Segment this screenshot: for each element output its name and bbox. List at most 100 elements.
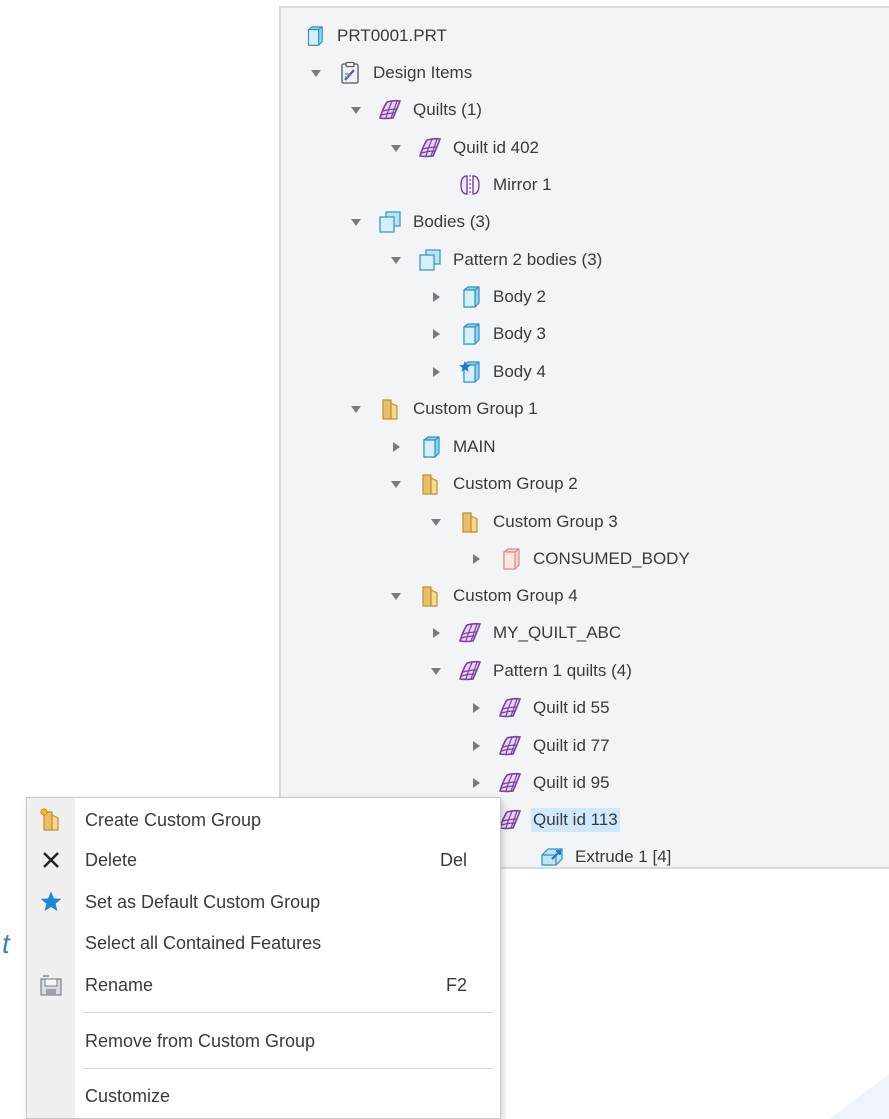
tree-row-root[interactable]: PRT0001.PRT — [301, 22, 449, 50]
tree-label: Pattern 1 quilts (4) — [493, 661, 632, 680]
tree-row-bodies[interactable]: Bodies (3) — [349, 208, 492, 236]
tree-label: Quilt id 55 — [533, 698, 610, 717]
expand-arrow-icon[interactable] — [429, 626, 443, 640]
tree-label: Bodies (3) — [413, 212, 491, 231]
tree-row-quilt-95[interactable]: Quilt id 95 — [469, 769, 612, 797]
tree-row-custom-group-4[interactable]: Custom Group 4 — [389, 582, 580, 610]
menu-item-rename[interactable]: Rename F2 — [27, 965, 500, 1005]
body-icon — [457, 285, 483, 309]
tree-label: Pattern 2 bodies (3) — [453, 250, 603, 269]
tree-label: Custom Group 3 — [493, 512, 618, 531]
expand-arrow-icon[interactable] — [429, 290, 443, 304]
tree-row-mirror[interactable]: Mirror 1 — [457, 171, 554, 199]
tree-row-main[interactable]: MAIN — [389, 433, 498, 461]
menu-label: Set as Default Custom Group — [85, 891, 321, 912]
tree-label: CONSUMED_BODY — [533, 549, 690, 568]
menu-shortcut: Del — [439, 849, 467, 870]
tree-label: Design Items — [373, 63, 473, 82]
expand-arrow-icon[interactable] — [429, 327, 443, 341]
quilt-icon — [377, 98, 403, 122]
tree-row-custom-group-3[interactable]: Custom Group 3 — [429, 508, 620, 536]
bodies-icon — [377, 210, 403, 234]
expand-arrow-icon[interactable] — [469, 776, 483, 790]
menu-item-create-custom-group[interactable]: Create Custom Group — [27, 800, 500, 840]
tree-row-body-4[interactable]: Body 4 — [429, 358, 548, 386]
tree-label: MAIN — [453, 437, 496, 456]
tree-row-consumed-body[interactable]: CONSUMED_BODY — [469, 545, 692, 573]
collapse-arrow-icon[interactable] — [429, 515, 443, 529]
custom-group-icon — [377, 397, 403, 421]
collapse-arrow-icon[interactable] — [349, 103, 363, 117]
menu-item-set-default[interactable]: Set as Default Custom Group — [27, 882, 500, 922]
tree-label: Custom Group 2 — [453, 474, 578, 493]
tree-label-selected: Quilt id 113 — [531, 808, 620, 832]
body-star-icon — [457, 360, 483, 384]
menu-item-customize[interactable]: Customize — [27, 1076, 500, 1116]
expand-arrow-icon[interactable] — [469, 701, 483, 715]
quilt-icon — [497, 696, 523, 720]
clipboard-icon — [337, 61, 363, 85]
bodies-icon — [417, 248, 443, 272]
menu-separator — [83, 1012, 493, 1013]
quilt-icon — [457, 659, 483, 683]
menu-item-delete[interactable]: Delete Del — [27, 840, 500, 880]
tree-label: Mirror 1 — [493, 175, 552, 194]
expand-arrow-icon[interactable] — [389, 440, 403, 454]
tree-row-body-2[interactable]: Body 2 — [429, 283, 548, 311]
consumed-body-icon — [497, 547, 523, 571]
tree-row-quilt-77[interactable]: Quilt id 77 — [469, 732, 612, 760]
rename-icon — [27, 965, 75, 1005]
quilt-icon — [457, 621, 483, 645]
mirror-icon — [457, 173, 483, 197]
tree-row-quilt-402[interactable]: Quilt id 402 — [389, 134, 541, 162]
tree-row-design-items[interactable]: Design Items — [309, 59, 474, 87]
expand-arrow-icon[interactable] — [429, 365, 443, 379]
corner-decoration — [829, 1074, 889, 1119]
custom-group-icon — [417, 584, 443, 608]
tree-label: MY_QUILT_ABC — [493, 623, 622, 642]
tree-row-pattern-1-quilts[interactable]: Pattern 1 quilts (4) — [429, 657, 634, 685]
expand-arrow-icon[interactable] — [469, 739, 483, 753]
tree-label: Quilt id 402 — [453, 138, 539, 157]
tree-label: Custom Group 4 — [453, 586, 578, 605]
model-tree-panel: PRT0001.PRT Design Items Quilts (1) Quil… — [279, 6, 889, 869]
collapse-arrow-icon[interactable] — [389, 589, 403, 603]
tree-row-quilts[interactable]: Quilts (1) — [349, 96, 484, 124]
menu-label: Create Custom Group — [85, 809, 262, 830]
expand-arrow-icon[interactable] — [469, 552, 483, 566]
tree-label: Body 3 — [493, 324, 546, 343]
collapse-arrow-icon[interactable] — [349, 215, 363, 229]
collapse-arrow-icon[interactable] — [389, 141, 403, 155]
tree-row-pattern-2-bodies[interactable]: Pattern 2 bodies (3) — [389, 246, 604, 274]
menu-item-remove-from-group[interactable]: Remove from Custom Group — [27, 1021, 500, 1061]
context-menu: Create Custom Group Delete Del Set as De… — [26, 797, 501, 1119]
tree-label: Quilt id 95 — [533, 773, 610, 792]
tree-row-quilt-55[interactable]: Quilt id 55 — [469, 694, 612, 722]
menu-label: Customize — [85, 1085, 171, 1106]
quilt-icon — [497, 734, 523, 758]
stray-text: t — [2, 928, 10, 959]
collapse-arrow-icon[interactable] — [429, 664, 443, 678]
collapse-arrow-icon[interactable] — [389, 477, 403, 491]
menu-separator — [83, 1068, 493, 1069]
tree-row-extrude[interactable]: Extrude 1 [4] — [539, 843, 673, 871]
star-icon — [27, 882, 75, 922]
tree-label: Custom Group 1 — [413, 399, 538, 418]
tree-row-body-3[interactable]: Body 3 — [429, 320, 548, 348]
body-icon — [457, 322, 483, 346]
tree-label: Body 2 — [493, 287, 546, 306]
tree-row-custom-group-1[interactable]: Custom Group 1 — [349, 395, 540, 423]
menu-item-select-all[interactable]: Select all Contained Features — [27, 923, 500, 963]
menu-label: Delete — [85, 849, 138, 870]
tree-row-custom-group-2[interactable]: Custom Group 2 — [389, 470, 580, 498]
tree-label: Quilts (1) — [413, 100, 482, 119]
extrude-icon — [539, 845, 565, 869]
collapse-arrow-icon[interactable] — [349, 402, 363, 416]
create-group-icon — [27, 800, 75, 840]
tree-label: Body 4 — [493, 362, 546, 381]
collapse-arrow-icon[interactable] — [309, 66, 323, 80]
body-icon — [417, 435, 443, 459]
collapse-arrow-icon[interactable] — [389, 253, 403, 267]
tree-label: Extrude 1 [4] — [575, 847, 672, 866]
tree-row-my-quilt-abc[interactable]: MY_QUILT_ABC — [429, 619, 623, 647]
